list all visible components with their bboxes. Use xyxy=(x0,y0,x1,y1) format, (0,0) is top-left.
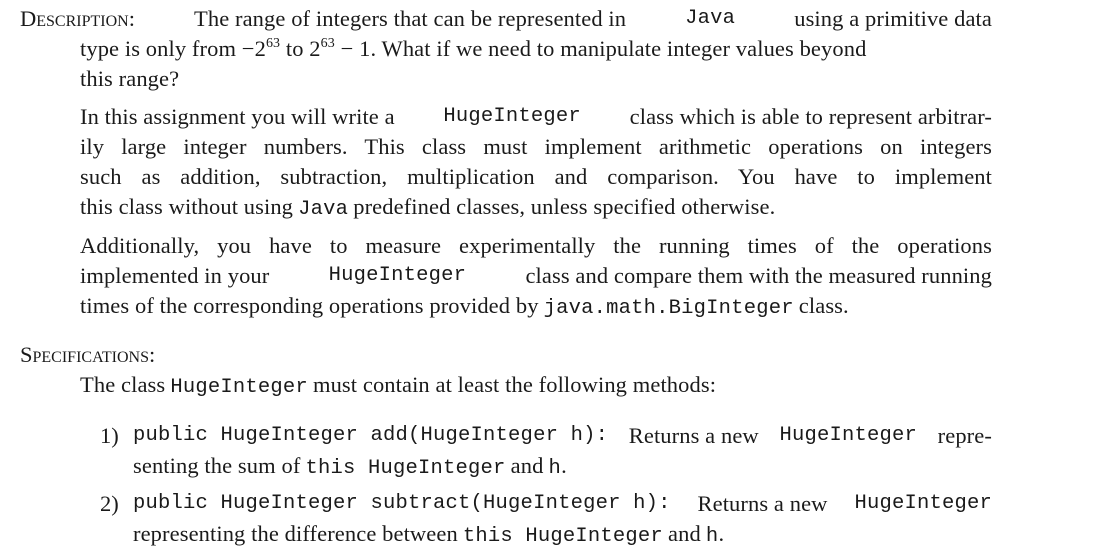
code-this-hugeinteger: this HugeInteger xyxy=(305,457,506,480)
text: to 2 xyxy=(280,36,321,61)
item-number: 1) xyxy=(100,423,119,448)
method-item-subtract-line1: public HugeInteger subtract(HugeInteger … xyxy=(133,489,992,519)
description-para1-line1: Description: The range of integers that … xyxy=(20,4,992,34)
description-heading: Description: xyxy=(20,6,135,31)
text: Returns a new xyxy=(628,423,759,448)
description-para3-line1: Additionally, you have to measure experi… xyxy=(80,233,992,258)
code-java: Java xyxy=(298,198,349,221)
description-para2-line1: In this assignment you will write a Huge… xyxy=(80,102,992,132)
description-para3-line2: implemented in your HugeInteger class an… xyxy=(80,261,992,291)
text: implemented in your xyxy=(80,263,270,288)
document-page: Description: The range of integers that … xyxy=(0,0,1096,556)
text: − 1. What if we need to manipulate integ… xyxy=(334,36,867,61)
method-item-add-line1: public HugeInteger add(HugeInteger h): R… xyxy=(133,421,992,451)
method-item-add-line2: senting the sum of this HugeInteger and … xyxy=(133,451,567,481)
code-hugeinteger: HugeInteger xyxy=(443,105,581,128)
code-hugeinteger: HugeInteger xyxy=(854,492,992,515)
text: predefined classes, unless specified oth… xyxy=(353,194,776,219)
text: must contain at least the following meth… xyxy=(312,372,717,397)
text: times of the corresponding operations pr… xyxy=(80,293,539,318)
text: senting the sum of xyxy=(133,453,301,478)
text: . xyxy=(561,453,567,478)
description-para2-line3: such as addition, subtraction, multiplic… xyxy=(80,164,992,189)
text: class and compare them with the measured… xyxy=(525,263,992,288)
exponent: 63 xyxy=(320,36,335,51)
code-hugeinteger: HugeInteger xyxy=(779,424,917,447)
description-para3-line3: times of the corresponding operations pr… xyxy=(80,291,849,321)
text: and xyxy=(510,453,544,478)
description-para2-line4: this class without using Java predefined… xyxy=(80,192,775,222)
code-hugeinteger: HugeInteger xyxy=(328,264,467,287)
text: repre- xyxy=(937,423,992,448)
description-para1-line3: this range? xyxy=(80,66,180,91)
text: Returns a new xyxy=(697,491,828,516)
text: In this assignment you will write a xyxy=(80,104,395,129)
code-this-hugeinteger: this HugeInteger xyxy=(462,525,663,548)
text: The class xyxy=(80,372,166,397)
code-hugeinteger: HugeInteger xyxy=(170,376,308,399)
text: representing the difference between xyxy=(133,521,458,546)
exponent: 63 xyxy=(265,36,281,51)
text: The range of integers that can be repres… xyxy=(194,6,627,31)
text: type is only from −2 xyxy=(80,36,266,61)
description-para1-line2: type is only from −263 to 263 − 1. What … xyxy=(80,34,992,64)
method-item-subtract-line2: representing the difference between this… xyxy=(133,519,724,549)
method-signature: public HugeInteger subtract(HugeInteger … xyxy=(133,492,671,515)
description-para2-line2: ily large integer numbers. This class mu… xyxy=(80,134,992,159)
method-signature: public HugeInteger add(HugeInteger h): xyxy=(133,424,609,447)
code-biginteger: java.math.BigInteger xyxy=(543,297,794,320)
text: and xyxy=(668,521,701,546)
text: class. xyxy=(798,293,849,318)
specifications-intro: The class HugeInteger must contain at le… xyxy=(80,370,716,400)
item-number: 2) xyxy=(100,491,119,516)
text: this class without using xyxy=(80,194,294,219)
specifications-heading: Specifications: xyxy=(20,342,156,367)
code-h: h xyxy=(548,457,562,480)
code-h: h xyxy=(705,525,719,548)
code-java: Java xyxy=(685,7,736,30)
text: . xyxy=(718,521,725,546)
text: using a primitive data xyxy=(794,6,992,31)
text: class which is able to represent arbitra… xyxy=(629,104,992,129)
